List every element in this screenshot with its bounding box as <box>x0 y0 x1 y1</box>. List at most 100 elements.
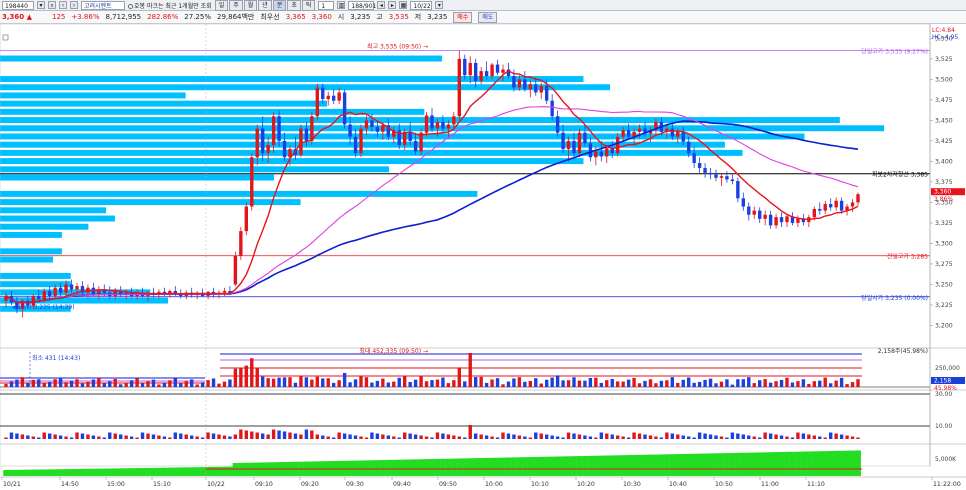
candle-body <box>473 62 478 81</box>
osc-bar <box>375 433 380 439</box>
candle-body <box>703 167 707 173</box>
volume-bar <box>233 368 238 387</box>
scroll-right-icon[interactable]: ▸ <box>388 1 397 9</box>
candle-body <box>381 125 385 132</box>
candle-body <box>69 284 74 290</box>
cum-volume-bar <box>735 452 741 476</box>
osc-bar <box>670 433 675 439</box>
volume-bar <box>189 379 194 387</box>
candle-body <box>599 151 604 157</box>
cum-volume-bar <box>363 460 370 476</box>
candle-body <box>495 64 500 73</box>
price-chart[interactable]: 3,5503,5253,5003,4753,4503,4253,4003,375… <box>0 24 966 490</box>
high-price: 3,535 <box>388 13 409 21</box>
cum-volume-bar <box>227 466 233 476</box>
osc-bar <box>686 436 691 439</box>
search-icon[interactable]: ⌕ <box>48 1 56 9</box>
osc-bar <box>217 434 221 439</box>
volume-bar <box>435 379 440 387</box>
plot-frame <box>0 24 931 467</box>
osc-bar <box>419 435 423 439</box>
osc-bar <box>785 436 789 439</box>
buy-button[interactable]: 매수 <box>453 11 473 23</box>
volume-bar <box>779 379 784 387</box>
candle-body <box>561 132 565 150</box>
cum-volume-bar <box>833 450 840 476</box>
candle-body <box>370 120 374 127</box>
cum-volume-bar <box>178 467 184 476</box>
osc-bar <box>676 434 680 439</box>
day-open-label: 당일시가 3,235 (0.00%) <box>861 294 928 302</box>
cum-volume-bar <box>429 459 435 476</box>
tab-period-6[interactable]: 틱 <box>301 0 316 11</box>
tab-period-4[interactable]: 분 <box>272 0 287 11</box>
osc-bar <box>386 435 391 439</box>
scroll-left-icon[interactable]: ◂ <box>377 1 386 9</box>
osc-bar <box>15 433 19 439</box>
day-high-label: 당일고가 3,535 (9.27%) <box>861 48 928 56</box>
tab-period-5[interactable]: 초 <box>287 0 301 11</box>
candle-body <box>736 181 740 199</box>
candle-body <box>353 136 358 154</box>
volume-bar <box>828 383 833 387</box>
dropdown-icon[interactable]: ▾ <box>37 1 45 9</box>
osc-bar <box>304 429 309 439</box>
cum-volume-bar <box>549 456 556 476</box>
cum-volume-bar <box>456 458 463 476</box>
stock-code-input[interactable]: 198440 <box>2 0 34 10</box>
volume-bar <box>555 375 560 387</box>
osc-bar <box>397 437 401 439</box>
chart-type-icon[interactable]: ▥ <box>337 1 346 9</box>
osc-bar <box>118 434 123 439</box>
sell-button[interactable]: 매도 <box>478 11 498 23</box>
osc-bar <box>730 432 735 439</box>
candle-body <box>534 84 538 93</box>
time-tick-label: 14:50 <box>61 481 79 488</box>
osc-bar <box>342 433 347 439</box>
volume-bar <box>561 380 565 387</box>
cum-volume-bar <box>156 467 162 476</box>
volume-bar <box>670 377 675 387</box>
osc-bar <box>228 436 232 439</box>
cum-volume-bar <box>527 457 534 476</box>
volume-bar <box>58 377 63 387</box>
candle-body <box>260 128 265 154</box>
tab-period-2[interactable]: 월 <box>243 0 258 11</box>
osc-bar <box>561 437 565 439</box>
osc-bar <box>839 434 844 439</box>
volume-bar <box>441 377 445 387</box>
time-tick-label: 10:20 <box>577 481 595 488</box>
volume-bar <box>31 379 36 387</box>
osc-bar <box>550 435 554 439</box>
candle-body <box>850 202 855 207</box>
candle-body <box>326 95 330 100</box>
calendar-icon[interactable]: ▦ <box>399 1 408 9</box>
candle-body <box>555 116 560 133</box>
date-input[interactable]: 10/22 <box>410 0 433 10</box>
cum-volume-bar <box>183 467 190 476</box>
volume: 8,712,955 <box>105 13 142 21</box>
candle-body <box>774 217 778 226</box>
interval-input[interactable]: 1 <box>318 0 335 10</box>
cum-volume-bar <box>855 450 861 476</box>
next-icon[interactable]: › <box>70 1 78 9</box>
tab-period-3[interactable]: 년 <box>258 0 272 11</box>
prev-icon[interactable]: ‹ <box>59 1 67 9</box>
volume-bar <box>626 379 631 387</box>
cum-volume-bar <box>740 452 747 476</box>
osc-bar <box>555 436 560 439</box>
tab-period-1[interactable]: 주 <box>229 0 243 11</box>
tab-period-0[interactable]: 일 <box>214 0 229 11</box>
monthly-mark-option[interactable]: 호봉 마크는 최근 1개월만 조회 <box>128 1 212 10</box>
osc-bar <box>610 434 614 439</box>
osc-bar <box>697 432 702 439</box>
cum-volume-bar <box>576 456 583 476</box>
osc-bar <box>102 437 107 439</box>
candle-body <box>348 124 352 137</box>
volume-bar <box>97 377 101 387</box>
settings-icon[interactable]: ▾ <box>435 1 444 9</box>
candle-body <box>222 291 227 293</box>
cum-volume-bar <box>505 457 512 476</box>
cum-volume-bar <box>139 468 146 476</box>
volume-bar <box>359 375 363 387</box>
